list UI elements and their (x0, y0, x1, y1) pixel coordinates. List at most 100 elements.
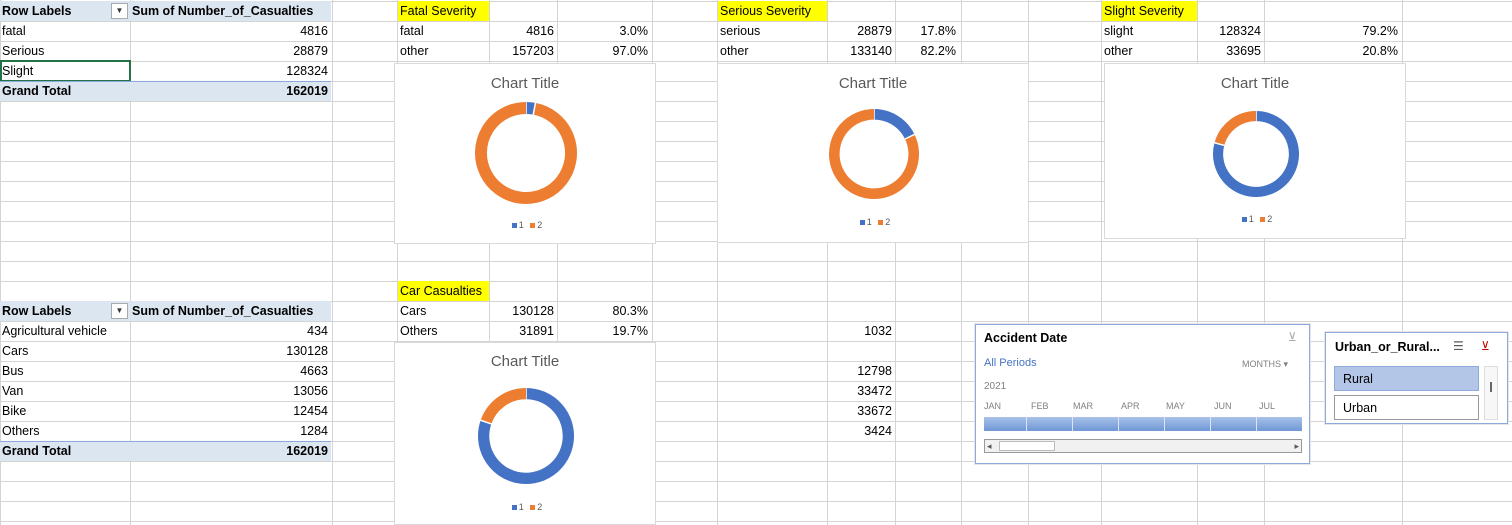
filter-applied-icon[interactable]: ▼ (111, 303, 128, 319)
pivot-row-label[interactable]: Others (0, 421, 128, 441)
timeline-level[interactable]: MONTHS ▾ (1242, 359, 1288, 370)
donut-plot (829, 109, 919, 199)
block-cell[interactable]: 82.2% (896, 41, 959, 61)
timeline-level-label: MONTHS (1242, 359, 1281, 369)
slicer-item-rural[interactable]: Rural (1334, 366, 1479, 391)
scrollbar-thumb[interactable] (999, 441, 1055, 451)
pivot-row-value[interactable]: 4816 (130, 21, 331, 41)
block-cell[interactable]: 133140 (828, 41, 895, 61)
pivot-row-value[interactable]: 13056 (130, 381, 331, 401)
slicer-item-urban[interactable]: Urban (1334, 395, 1479, 420)
block-cell[interactable]: 79.2% (1265, 21, 1401, 41)
timeline-selection-bar[interactable] (984, 417, 1302, 431)
donut-chart-serious[interactable]: Chart Title 1 2 (717, 63, 1029, 243)
misc-cell[interactable]: 33672 (828, 401, 895, 421)
block-cell[interactable]: slight (1102, 21, 1196, 41)
block-cell[interactable]: Cars (398, 301, 488, 321)
block-cell[interactable]: fatal (398, 21, 488, 41)
misc-cell[interactable]: 1032 (828, 321, 895, 341)
pivot-grand-total-label: Grand Total (2, 84, 72, 98)
chart-legend: 1 2 (718, 217, 1028, 227)
block-title-fatal[interactable]: Fatal Severity (398, 1, 489, 21)
pivot-row-value[interactable]: 128324 (130, 61, 331, 81)
timeline-month[interactable]: MAY (1166, 401, 1185, 411)
block-cell[interactable]: other (1102, 41, 1196, 61)
block-cell[interactable]: other (718, 41, 826, 61)
block-title-car-casualties[interactable]: Car Casualties (398, 281, 489, 301)
donut-slice-2[interactable] (1214, 111, 1257, 146)
pivot-row-value[interactable]: 4663 (130, 361, 331, 381)
timeline-accident-date[interactable]: Accident Date ⊻ All Periods MONTHS ▾ 202… (975, 324, 1310, 464)
donut-slice-2[interactable] (475, 102, 577, 204)
legend-swatch (878, 219, 884, 225)
donut-chart-slight[interactable]: Chart Title 1 2 (1104, 63, 1406, 239)
clear-filter-icon[interactable]: ⊻ (1288, 330, 1297, 344)
block-title-slight[interactable]: Slight Severity (1102, 1, 1197, 21)
timeline-month[interactable]: JUN (1214, 401, 1232, 411)
pivot-row-value[interactable]: 130128 (130, 341, 331, 361)
block-cell[interactable]: 31891 (490, 321, 557, 341)
donut-plot (1213, 111, 1299, 197)
donut-slice-1[interactable] (873, 109, 915, 140)
legend-label: 1 (1248, 214, 1254, 224)
block-cell[interactable]: 19.7% (558, 321, 651, 341)
pivot-row-label[interactable]: fatal (0, 21, 128, 41)
block-cell[interactable]: serious (718, 21, 826, 41)
pivot-grand-total-label: Grand Total (2, 444, 72, 458)
pivot-row-value[interactable]: 1284 (130, 421, 331, 441)
pivot-grand-total-value: 162019 (286, 444, 328, 458)
pivot-row-label[interactable]: Serious (0, 41, 128, 61)
donut-slice-1[interactable] (525, 102, 536, 115)
slicer-urban-rural[interactable]: Urban_or_Rural... ☰ ⊻ Rural Urban (1325, 332, 1508, 424)
misc-cell[interactable]: 12798 (828, 361, 895, 381)
block-cell[interactable]: other (398, 41, 488, 61)
scroll-left-icon[interactable]: ◂ (987, 439, 992, 453)
multi-select-icon[interactable]: ☰ (1453, 339, 1464, 353)
misc-cell[interactable]: 3424 (828, 421, 895, 441)
timeline-month[interactable]: FEB (1031, 401, 1049, 411)
timeline-month[interactable]: APR (1121, 401, 1140, 411)
filter-dropdown-icon[interactable]: ▼ (111, 3, 128, 19)
pivot-grand-total-value: 162019 (286, 84, 328, 98)
legend-swatch (530, 222, 536, 228)
block-cell[interactable]: 17.8% (896, 21, 959, 41)
timeline-month[interactable]: MAR (1073, 401, 1093, 411)
block-cell[interactable]: 128324 (1198, 21, 1264, 41)
pivot-row-label[interactable]: Cars (0, 341, 128, 361)
scroll-right-icon[interactable]: ▸ (1294, 439, 1299, 453)
block-cell[interactable]: 80.3% (558, 301, 651, 321)
block-cell[interactable]: 3.0% (558, 21, 651, 41)
block-cell[interactable]: Others (398, 321, 488, 341)
pivot-row-label[interactable]: Agricultural vehicle (0, 321, 128, 341)
slicer-scrollbar[interactable] (1484, 366, 1498, 420)
block-cell[interactable]: 4816 (490, 21, 557, 41)
pivot-row-label[interactable]: Bus (0, 361, 128, 381)
clear-filter-icon[interactable]: ⊻ (1481, 339, 1490, 353)
donut-chart-fatal[interactable]: Chart Title 1 2 (394, 63, 656, 244)
timeline-periods[interactable]: All Periods (984, 357, 1037, 369)
pivot-row-value[interactable]: 12454 (130, 401, 331, 421)
block-cell[interactable]: 28879 (828, 21, 895, 41)
misc-cell[interactable]: 33472 (828, 381, 895, 401)
legend-swatch (859, 219, 865, 225)
donut-chart-car-casualties[interactable]: Chart Title 1 2 (394, 342, 656, 525)
block-cell[interactable]: 20.8% (1265, 41, 1401, 61)
legend-swatch (530, 504, 536, 510)
timeline-month[interactable]: JUL (1259, 401, 1275, 411)
pivot-row-value[interactable]: 434 (130, 321, 331, 341)
pivot-row-label[interactable]: Bike (0, 401, 128, 421)
block-title-serious[interactable]: Serious Severity (718, 1, 827, 21)
block-cell[interactable]: 97.0% (558, 41, 651, 61)
timeline-month[interactable]: JAN (984, 401, 1001, 411)
selected-cell[interactable] (0, 60, 131, 82)
block-cell[interactable]: 130128 (490, 301, 557, 321)
timeline-scrollbar[interactable]: ◂ ▸ (984, 439, 1302, 453)
pivot-row-value[interactable]: 28879 (130, 41, 331, 61)
pivot-row-label[interactable]: Van (0, 381, 128, 401)
scrollbar-thumb[interactable] (1490, 382, 1492, 392)
donut-slice-2[interactable] (480, 388, 527, 425)
block-cell[interactable]: 157203 (490, 41, 557, 61)
legend-swatch (511, 222, 517, 228)
block-cell[interactable]: 33695 (1198, 41, 1264, 61)
chart-legend: 1 2 (395, 502, 655, 512)
